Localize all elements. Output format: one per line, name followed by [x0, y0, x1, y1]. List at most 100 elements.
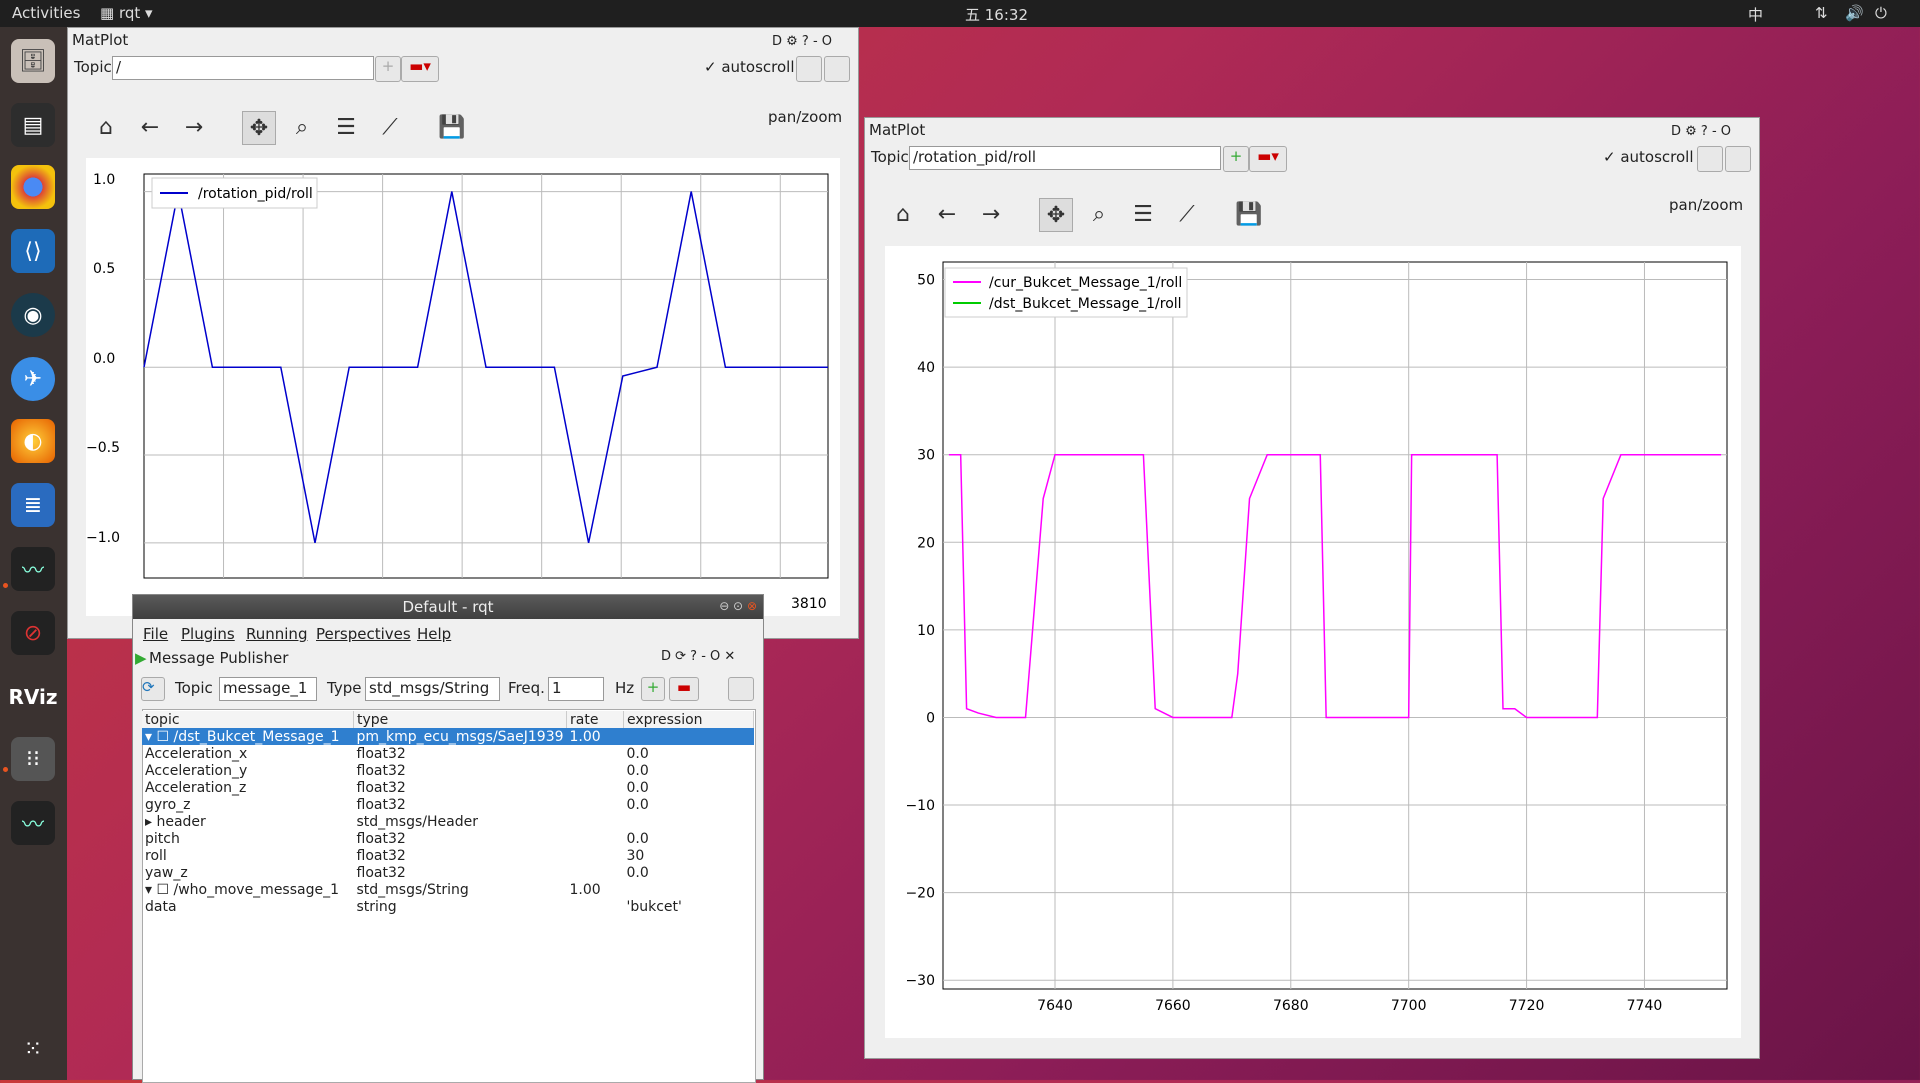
table-row[interactable]: ▾ ☐ /who_move_message_1 std_msgs/String 1.… [142, 881, 754, 898]
cell-type: float32 [356, 762, 406, 779]
window-controls[interactable]: D ⚙ ? - O [772, 34, 832, 49]
vscode-icon[interactable]: ⟨⟩ [11, 229, 55, 273]
add-topic-button[interactable]: + [1223, 146, 1249, 172]
power-icon[interactable]: ⏻ [1875, 4, 1887, 22]
forward-icon[interactable]: → [975, 198, 1007, 230]
add-topic-button[interactable]: + [375, 56, 401, 82]
type-combo[interactable]: std_msgs/String [365, 677, 500, 701]
remove-topic-button[interactable]: ▬▾ [1249, 146, 1287, 172]
ime-indicator[interactable]: 中 [1748, 4, 1763, 25]
plot-canvas[interactable]: 1.0 0.5 0.0 −0.5 −1.0 3810 /rotation_pid… [86, 158, 840, 616]
cell-expression: 'bukcet' [626, 898, 682, 915]
back-icon[interactable]: ← [134, 111, 166, 143]
pause-button[interactable] [1697, 146, 1723, 172]
volume-icon[interactable]: 🔊 [1845, 4, 1864, 22]
table-row[interactable]: yaw_z float32 0.0 [142, 864, 754, 881]
window-title: Default - rqt [133, 595, 763, 619]
cell-rate [567, 898, 624, 915]
cell-expression: 0.0 [626, 762, 649, 779]
feishu-icon[interactable]: ✈ [11, 357, 55, 401]
clear-publishers-button[interactable] [728, 677, 754, 701]
rqt-window: Default - rqt ⊖ ⊙ ⊗ File Plugins Running… [132, 594, 764, 1083]
app-menu[interactable]: ▦ rqt ▾ [100, 4, 153, 22]
cell-topic: Acceleration_z [145, 779, 247, 796]
window-controls[interactable]: ⊖ ⊙ ⊗ [719, 599, 757, 613]
activities-button[interactable]: Activities [12, 4, 80, 22]
show-applications-icon[interactable]: ⁙ [11, 1027, 55, 1071]
writer-icon[interactable]: ≣ [11, 483, 55, 527]
firefox-icon[interactable]: ◐ [11, 419, 55, 463]
clear-button[interactable] [824, 56, 850, 82]
column-expression[interactable]: expression [623, 711, 754, 728]
save-icon[interactable]: 💾 [1233, 198, 1265, 230]
topic-input[interactable]: /rotation_pid/roll [909, 146, 1221, 170]
menu-plugins[interactable]: Plugins [181, 625, 235, 643]
remove-publisher-button[interactable]: ▬ [669, 677, 699, 701]
network-icon[interactable]: ⇅ [1815, 4, 1828, 22]
rqt-icon[interactable]: 〰 [11, 801, 55, 845]
cell-type: float32 [356, 745, 406, 762]
column-rate[interactable]: rate [566, 711, 625, 728]
column-type[interactable]: type [353, 711, 568, 728]
remove-topic-button[interactable]: ▬▾ [401, 56, 439, 82]
table-row[interactable]: data string 'bukcet' [142, 898, 754, 915]
table-row[interactable]: Acceleration_y float32 0.0 [142, 762, 754, 779]
cell-type: float32 [356, 864, 406, 881]
column-topic[interactable]: topic [142, 711, 354, 728]
menu-perspectives[interactable]: Perspectives [316, 625, 411, 643]
configure-subplots-icon[interactable]: ☰ [1127, 198, 1159, 230]
clear-button[interactable] [1725, 146, 1751, 172]
table-row[interactable]: gyro_z float32 0.0 [142, 796, 754, 813]
plugin-controls[interactable]: D ⟳ ? - O ✕ [661, 649, 735, 664]
pause-button[interactable] [796, 56, 822, 82]
pan-icon[interactable]: ✥ [242, 111, 276, 145]
autoscroll-checkbox[interactable]: ✓ autoscroll [704, 58, 795, 76]
window-controls[interactable]: D ⚙ ? - O [1671, 124, 1731, 139]
table-row[interactable]: roll float32 30 [142, 847, 754, 864]
table-row[interactable]: ▾ ☐ /dst_Bukcet_Message_1 pm_kmp_ecu_msgs… [142, 728, 754, 745]
home-icon[interactable]: ⌂ [887, 198, 919, 230]
cell-type: pm_kmp_ecu_msgs/SaeJ1939 [353, 728, 567, 745]
table-row[interactable]: Acceleration_x float32 0.0 [142, 745, 754, 762]
menu-help[interactable]: Help [417, 625, 451, 643]
files-icon[interactable]: 🗄 [11, 39, 55, 83]
hz-label: Hz [615, 679, 635, 697]
forward-icon[interactable]: → [178, 111, 210, 143]
pan-icon[interactable]: ✥ [1039, 198, 1073, 232]
zoom-icon[interactable]: ⌕ [286, 111, 318, 143]
home-icon[interactable]: ⌂ [90, 111, 122, 143]
configure-subplots-icon[interactable]: ☰ [330, 111, 362, 143]
edit-curves-icon[interactable]: ⟋ [1171, 198, 1203, 230]
menu-running[interactable]: Running [246, 625, 307, 643]
y-tick-label: 1.0 [93, 172, 115, 188]
table-row[interactable]: Acceleration_z float32 0.0 [142, 779, 754, 796]
app-grid-running-icon[interactable]: ⁝⁝ [11, 737, 55, 781]
y-tick-label: 10 [917, 623, 935, 639]
chrome-icon[interactable] [11, 165, 55, 209]
back-icon[interactable]: ← [931, 198, 963, 230]
gitkraken-icon[interactable]: ◉ [11, 293, 55, 337]
menu-file[interactable]: File [143, 625, 168, 643]
rqt-plot-icon[interactable]: 〰 [11, 547, 55, 591]
plot-canvas[interactable]: 50 40 30 20 10 0 −10 −20 −30 7640 7660 7680 7700 7720… [885, 246, 1741, 1038]
running-indicator [3, 767, 8, 772]
terminal-icon[interactable]: ▤ [11, 103, 55, 147]
save-icon[interactable]: 💾 [436, 111, 468, 143]
window-title: MatPlot [72, 31, 129, 49]
cell-expression: 0.0 [626, 779, 649, 796]
freq-combo[interactable]: 1 [548, 677, 604, 701]
add-publisher-button[interactable]: + [641, 677, 665, 701]
topic-combo[interactable]: message_1 [219, 677, 317, 701]
clock[interactable]: 五 16:32 [965, 4, 1028, 25]
topic-input[interactable]: / [112, 56, 374, 80]
edit-curves-icon[interactable]: ⟋ [374, 111, 406, 143]
table-row[interactable]: ▸ header std_msgs/Header [142, 813, 754, 830]
topic-label: Topic [175, 679, 213, 697]
rviz-icon[interactable]: RViz [8, 675, 57, 719]
zoom-icon[interactable]: ⌕ [1083, 198, 1115, 230]
table-row[interactable]: pitch float32 0.0 [142, 830, 754, 847]
blocked-app-icon[interactable]: ⊘ [11, 611, 55, 655]
refresh-icon[interactable]: ⟳ [141, 677, 165, 701]
autoscroll-checkbox[interactable]: ✓ autoscroll [1603, 148, 1694, 166]
cell-topic: data [145, 898, 177, 915]
